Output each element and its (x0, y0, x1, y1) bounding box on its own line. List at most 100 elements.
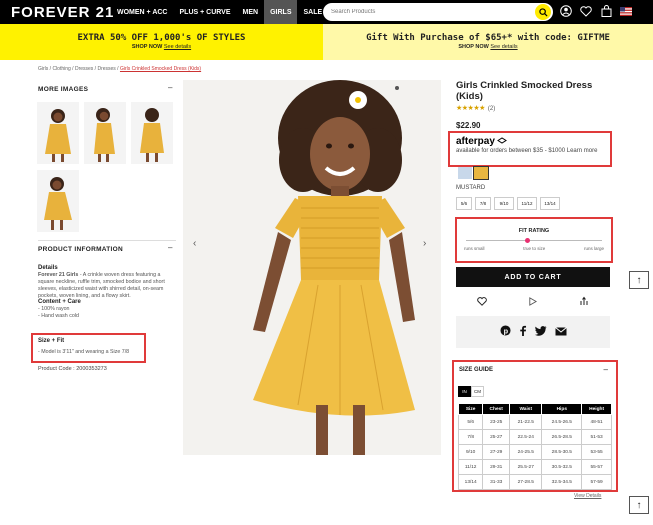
size-guide-cell: 25.5-27 (509, 459, 543, 475)
search-button[interactable] (535, 4, 551, 20)
size-guide-cell: 27-28.5 (509, 474, 543, 490)
main-nav: WOMEN + ACC PLUS + CURVE MEN GIRLS SALE (111, 0, 328, 24)
size-fit-heading: Size + Fit (38, 338, 65, 344)
fit-rating: FIT RATING runs small true to size runs … (458, 220, 610, 264)
collapse-size-guide-icon[interactable]: – (604, 365, 608, 374)
size-option[interactable]: 7/8 (475, 197, 491, 210)
breadcrumb-current[interactable]: Girls Crinkled Smocked Dress (Kids) (120, 66, 201, 72)
promo-right[interactable]: Gift With Purchase of $65+* with code: G… (323, 24, 653, 60)
afterpay-arrows-icon (496, 137, 507, 144)
promo-right-see-details[interactable]: See details (490, 44, 517, 50)
next-image-arrow[interactable]: › (423, 238, 426, 249)
product-info-heading: PRODUCT INFORMATION (38, 246, 124, 253)
thumbnail-4[interactable] (37, 170, 79, 232)
collapse-product-info-icon[interactable]: – (168, 243, 172, 252)
search-input[interactable] (331, 9, 521, 15)
color-swatch-blue[interactable] (458, 167, 472, 179)
size-fit-text: - Model is 3'11" and wearing a Size 7/8 (38, 349, 130, 355)
pinterest-icon[interactable]: p (499, 323, 511, 341)
breadcrumb-path[interactable]: Girls / Clothing / Dresses / Dresses / (38, 66, 119, 72)
twitter-icon[interactable] (534, 323, 547, 341)
size-guide-cell: 21-22.5 (509, 414, 543, 430)
bag-icon[interactable] (599, 4, 613, 18)
size-guide-row: 7/8 25-27 22.5-24 26.5-28.5 51-53 (457, 429, 612, 445)
size-guide-cell: 28.5-30.5 (541, 444, 583, 460)
promo-banner: EXTRA 50% OFF 1,000's OF STYLES SHOP NOW… (0, 24, 653, 60)
size-option[interactable]: 5/6 (456, 197, 472, 210)
collapse-more-images-icon[interactable]: – (168, 83, 172, 92)
selected-color: MUSTARD (456, 185, 486, 191)
afterpay-info: afterpay available for orders between $3… (456, 137, 611, 155)
size-option[interactable]: 13/14 (540, 197, 560, 210)
fit-rating-scale (466, 238, 602, 243)
top-navigation: FOREVER 21 WOMEN + ACC PLUS + CURVE MEN … (0, 0, 653, 24)
size-guide-cell: 30.5-32.5 (541, 459, 583, 475)
rating-stars[interactable]: ★★★★★ (456, 105, 485, 112)
product-price: $22.90 (456, 121, 481, 130)
logo[interactable]: FOREVER 21 (11, 4, 113, 21)
size-guide-cell: 23-25 (482, 414, 511, 430)
size-guide-cell: 29-31 (482, 459, 511, 475)
main-product-image[interactable]: ‹ › (183, 80, 441, 455)
thumbnail-2[interactable] (84, 102, 126, 164)
facebook-icon[interactable] (519, 323, 527, 341)
promo-left-see-details[interactable]: See details (164, 44, 191, 50)
image-indicator-dot (395, 86, 399, 90)
add-to-cart-button[interactable]: ADD TO CART (456, 267, 610, 287)
size-guide-cell: 26.5-28.5 (541, 429, 583, 445)
size-guide-cell: 32.5-34.5 (541, 474, 583, 490)
details-heading: Details (38, 265, 58, 271)
share-bar: p (456, 316, 610, 348)
scroll-to-top-button[interactable]: ↑ (629, 496, 649, 514)
fit-label-small: runs small (464, 246, 485, 251)
size-option[interactable]: 11/12 (517, 197, 537, 210)
size-guide-cell: 24-25.5 (509, 444, 543, 460)
unit-cm[interactable]: CM (471, 386, 484, 397)
us-flag-icon[interactable] (619, 4, 633, 18)
size-guide-title: SIZE GUIDE (459, 367, 494, 373)
email-icon[interactable] (554, 323, 567, 341)
wishlist-heart-icon[interactable] (477, 293, 487, 311)
scroll-to-top-button[interactable]: ↑ (629, 271, 649, 289)
size-guide-cell: 7/8 (457, 429, 484, 445)
nav-girls[interactable]: GIRLS (264, 0, 298, 24)
size-guide-cell: 24.5-26.5 (541, 414, 583, 430)
unit-inches[interactable]: IN (458, 386, 471, 397)
size-guide-header-cell: Waist (509, 403, 543, 415)
size-guide-cell: 11/12 (457, 459, 484, 475)
play-video-icon[interactable] (528, 293, 538, 311)
color-swatch-mustard[interactable] (473, 166, 489, 180)
thumbnail-3[interactable] (131, 102, 173, 164)
promo-left-shop-now[interactable]: SHOP NOW (132, 44, 162, 50)
account-icon[interactable] (559, 4, 573, 18)
share-expand-icon[interactable] (579, 293, 589, 311)
nav-women[interactable]: WOMEN + ACC (111, 0, 174, 24)
afterpay-logo: afterpay (456, 136, 495, 147)
fit-label-true: true to size (523, 246, 546, 251)
divider (38, 240, 176, 241)
nav-men[interactable]: MEN (237, 0, 265, 24)
content-line-2: - Hand wash cold (38, 313, 79, 319)
thumbnail-1[interactable] (37, 102, 79, 164)
size-guide-cell: 51-53 (581, 429, 612, 445)
size-guide-cell: 27-29 (482, 444, 511, 460)
nav-plus-curve[interactable]: PLUS + CURVE (174, 0, 237, 24)
product-details: Details Forever 21 Girls - A crinkle wov… (38, 265, 176, 320)
product-actions (456, 292, 610, 312)
promo-left-title: EXTRA 50% OFF 1,000's OF STYLES (77, 33, 246, 43)
size-option[interactable]: 9/10 (494, 197, 514, 210)
heart-icon[interactable] (579, 4, 593, 18)
size-guide-row: 11/12 29-31 25.5-27 30.5-32.5 55-57 (457, 459, 612, 475)
size-guide-cell: 9/10 (457, 444, 484, 460)
review-count[interactable]: (2) (488, 106, 495, 112)
size-guide-row: 13/14 31-33 27-28.5 32.5-34.5 57-59 (457, 474, 612, 490)
promo-right-shop-now[interactable]: SHOP NOW (458, 44, 488, 50)
breadcrumb: Girls / Clothing / Dresses / Dresses / G… (38, 66, 201, 72)
view-details-link[interactable]: View Details (574, 493, 601, 499)
size-guide-cell: 31-33 (482, 474, 511, 490)
fit-rating-marker (524, 238, 530, 243)
promo-left[interactable]: EXTRA 50% OFF 1,000's OF STYLES SHOP NOW… (0, 24, 323, 60)
afterpay-text[interactable]: available for orders between $35 - $1000… (456, 147, 611, 155)
size-guide-cell: 5/6 (457, 414, 484, 430)
prev-image-arrow[interactable]: ‹ (193, 238, 196, 249)
